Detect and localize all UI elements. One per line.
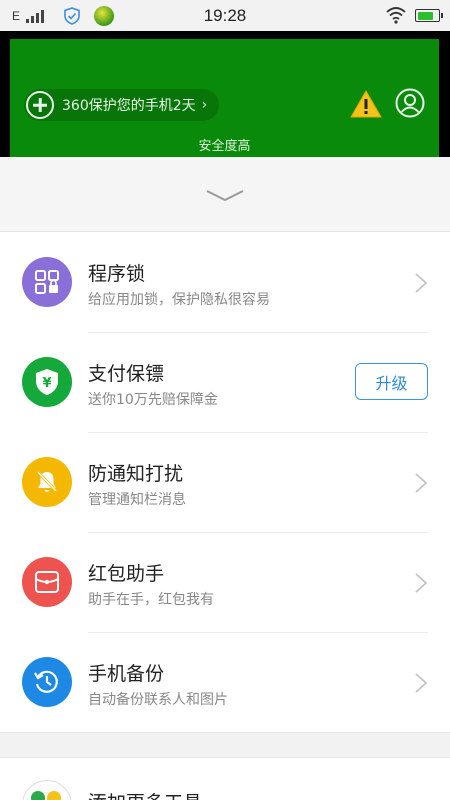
list-item-red-packet[interactable]: 红包助手 助手在手，红包我有 xyxy=(0,532,450,632)
list-item-notification-block[interactable]: 防通知打扰 管理通知栏消息 xyxy=(0,432,450,532)
list-item-app-lock[interactable]: 程序锁 给应用加锁，保护隐私很容易 xyxy=(0,232,450,332)
security-status: 安全度高 xyxy=(198,139,251,154)
item-title: 防通知打扰 xyxy=(88,463,184,485)
tools-list: 程序锁 给应用加锁，保护隐私很容易 ¥ 支付保镖 送你10万先赔保障金 防通知打… xyxy=(0,232,450,732)
backup-clock-icon xyxy=(22,657,72,707)
list-item-backup[interactable]: 手机备份 自动备份联系人和图片 xyxy=(0,632,450,732)
item-subtitle: 给应用加锁，保护隐私很容易 xyxy=(88,292,270,308)
item-subtitle: 自动备份联系人和图片 xyxy=(88,692,228,708)
collapse-handle[interactable] xyxy=(0,157,450,232)
chevron-down-icon xyxy=(206,190,244,202)
clock: 19:28 xyxy=(203,6,247,25)
red-packet-icon xyxy=(22,557,72,607)
chevron-right-icon xyxy=(415,573,428,593)
item-title: 程序锁 xyxy=(88,263,146,285)
chevron-right-icon: › xyxy=(201,97,208,113)
add-tools-icon xyxy=(22,780,72,800)
chevron-right-icon xyxy=(415,273,428,293)
chevron-right-icon xyxy=(415,473,428,493)
plus-circle-icon xyxy=(26,91,54,119)
protection-promo[interactable]: 360保护您的手机2天 › xyxy=(24,89,220,121)
wifi-icon xyxy=(386,7,406,24)
payment-shield-icon: ¥ xyxy=(22,357,72,407)
item-title: 添加更多工具 xyxy=(88,788,202,800)
bell-off-icon xyxy=(22,457,72,507)
item-title: 手机备份 xyxy=(88,663,165,685)
item-title: 支付保镖 xyxy=(88,363,165,385)
svg-text:¥: ¥ xyxy=(42,376,51,391)
status-bar: E 19:28 xyxy=(0,0,450,31)
battery-icon xyxy=(415,9,443,22)
battery-fill xyxy=(417,11,433,20)
section-divider xyxy=(0,732,450,758)
security-hero: 360保护您的手机2天 › 安全度高 xyxy=(0,31,450,157)
item-subtitle: 送你10万先赔保障金 xyxy=(88,392,218,408)
item-subtitle: 管理通知栏消息 xyxy=(88,492,186,508)
security-panel: 360保护您的手机2天 › 安全度高 xyxy=(10,39,439,157)
item-title: 红包助手 xyxy=(88,563,165,585)
upgrade-button[interactable]: 升级 xyxy=(355,363,428,400)
user-icon[interactable] xyxy=(395,88,425,118)
protection-days-text: 360保护您的手机2天 xyxy=(62,98,196,114)
warning-icon[interactable] xyxy=(350,89,382,119)
chevron-right-icon xyxy=(415,673,428,693)
item-subtitle: 助手在手，红包我有 xyxy=(88,592,214,608)
list-item-add-tools[interactable]: 添加更多工具 xyxy=(0,758,450,800)
app-lock-icon xyxy=(22,257,72,307)
